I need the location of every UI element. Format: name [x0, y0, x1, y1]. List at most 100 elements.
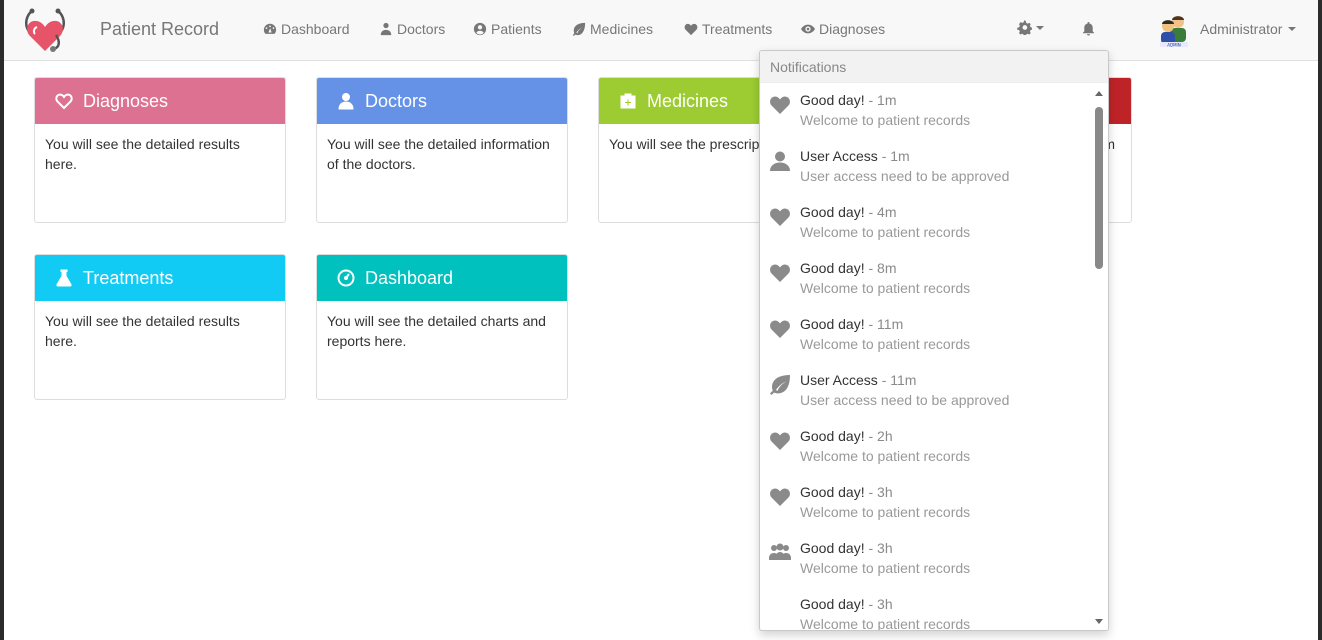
bell-icon	[1082, 21, 1095, 36]
notification-time: - 1m	[881, 148, 910, 164]
users-icon	[769, 543, 791, 563]
notifications-list: Good day! - 1m Welcome to patient record…	[760, 84, 1093, 630]
settings-dropdown[interactable]	[1017, 20, 1044, 35]
notification-title: Good day!	[800, 428, 865, 444]
card-title: Medicines	[647, 90, 729, 111]
notification-title: User Access	[800, 372, 878, 388]
nav-doctors[interactable]: Doctors	[379, 21, 445, 37]
medkit-icon	[620, 93, 636, 109]
card-diagnoses[interactable]: Diagnoses You will see the detailed resu…	[34, 77, 286, 223]
notification-time: - 4m	[868, 204, 897, 220]
notification-item[interactable]: User Access - 1m User access need to be …	[760, 140, 1093, 196]
notification-item[interactable]: Good day! - 1m Welcome to patient record…	[760, 84, 1093, 140]
notification-title: Good day!	[800, 260, 865, 276]
nav-patients[interactable]: Patients	[473, 21, 542, 37]
heart-icon	[769, 431, 791, 451]
notification-message: Welcome to patient records	[800, 224, 971, 240]
admin-avatar[interactable]: ADMIN	[1158, 14, 1190, 48]
notification-item[interactable]: Good day! - 8m Welcome to patient record…	[760, 252, 1093, 308]
leaf-icon	[769, 375, 791, 395]
notification-time: - 2h	[868, 428, 893, 444]
top-navbar: Patient Record Dashboard Doctors Patient…	[4, 0, 1318, 61]
notification-time: - 1m	[868, 92, 897, 108]
notifications-scrollbar[interactable]	[1091, 84, 1108, 630]
notification-message: Welcome to patient records	[800, 560, 971, 576]
notification-title: User Access	[800, 148, 878, 164]
notification-item[interactable]: Good day! - 11m Welcome to patient recor…	[760, 308, 1093, 364]
notification-title: Good day!	[800, 484, 865, 500]
scroll-down-arrow-icon[interactable]	[1095, 619, 1103, 624]
notification-time: - 8m	[868, 260, 897, 276]
eye-icon	[801, 24, 815, 34]
notification-title: Good day!	[800, 596, 865, 612]
scroll-up-arrow-icon[interactable]	[1095, 91, 1103, 96]
card-text: You will see the detailed charts and rep…	[327, 313, 546, 349]
card-text: You will see the detailed results here.	[45, 136, 240, 172]
notification-item[interactable]: Good day! - 3h Welcome to patient record…	[760, 532, 1093, 588]
notification-item[interactable]: Good day! - 4m Welcome to patient record…	[760, 196, 1093, 252]
user-menu[interactable]: Administrator	[1200, 21, 1297, 37]
notification-item[interactable]: User Access - 11m User access need to be…	[760, 364, 1093, 420]
notifications-header: Notifications	[760, 51, 1108, 83]
notification-time: - 11m	[881, 372, 917, 388]
user-name: Administrator	[1200, 21, 1283, 37]
app-brand[interactable]: Patient Record	[100, 19, 219, 40]
card-treatments[interactable]: Treatments You will see the detailed res…	[34, 254, 286, 400]
nav-medicines[interactable]: Medicines	[572, 21, 653, 37]
scroll-thumb[interactable]	[1095, 107, 1103, 269]
card-dashboard[interactable]: Dashboard You will see the detailed char…	[316, 254, 568, 400]
nav-patients-label: Patients	[491, 21, 542, 37]
notifications-button[interactable]	[1081, 21, 1096, 39]
heart-outline-icon	[55, 93, 73, 110]
gear-icon	[1017, 20, 1032, 35]
notification-item[interactable]: Good day! - 2h Welcome to patient record…	[760, 420, 1093, 476]
notification-message: Welcome to patient records	[800, 504, 971, 520]
notification-message: Welcome to patient records	[800, 616, 971, 630]
notification-message: Welcome to patient records	[800, 280, 971, 296]
notification-item[interactable]: Good day! - 3h Welcome to patient record…	[760, 476, 1093, 532]
card-header: Treatments	[35, 255, 285, 301]
card-header: Dashboard	[317, 255, 567, 301]
nav-diagnoses-label: Diagnoses	[819, 21, 886, 37]
heart-icon	[769, 95, 791, 115]
notification-title: Good day!	[800, 316, 865, 332]
card-title: Dashboard	[365, 267, 454, 288]
heart-icon	[769, 207, 791, 227]
notification-item[interactable]: Good day! - 3h Welcome to patient record…	[760, 588, 1093, 630]
notification-time: - 3h	[868, 484, 893, 500]
heart-icon	[769, 487, 791, 507]
notification-title: Good day!	[800, 92, 865, 108]
nav-treatments-label: Treatments	[702, 21, 773, 37]
heart-icon	[684, 23, 698, 36]
nav-dashboard[interactable]: Dashboard	[263, 21, 350, 37]
user-icon	[769, 151, 791, 171]
notification-message: User access need to be approved	[800, 168, 1010, 184]
svg-text:ADMIN: ADMIN	[1167, 43, 1180, 48]
leaf-icon	[572, 22, 586, 36]
notification-time: - 11m	[868, 316, 904, 332]
card-doctors[interactable]: Doctors You will see the detailed inform…	[316, 77, 568, 223]
nav-dashboard-label: Dashboard	[281, 21, 350, 37]
notification-message: Welcome to patient records	[800, 112, 971, 128]
notification-title: Good day!	[800, 204, 865, 220]
card-title: Diagnoses	[83, 90, 169, 111]
notifications-dropdown: Notifications Good day! - 1m Welcome to …	[759, 50, 1109, 631]
notification-message: Welcome to patient records	[800, 448, 971, 464]
notification-message: User access need to be approved	[800, 392, 1010, 408]
card-text: You will see the detailed results here.	[45, 313, 240, 349]
card-title: Treatments	[83, 267, 174, 288]
nav-treatments[interactable]: Treatments	[684, 21, 772, 37]
chevron-down-icon	[1036, 25, 1044, 30]
heart-icon	[769, 319, 791, 339]
nav-doctors-label: Doctors	[397, 21, 446, 37]
card-header: Doctors	[317, 78, 567, 124]
notification-message: Welcome to patient records	[800, 336, 971, 352]
notification-title: Good day!	[800, 540, 865, 556]
user-circle-icon	[473, 22, 487, 36]
chevron-down-icon	[1288, 27, 1297, 31]
nav-diagnoses[interactable]: Diagnoses	[801, 21, 885, 37]
dashboard-icon	[337, 269, 355, 287]
stethoscope-heart-logo[interactable]	[20, 5, 70, 55]
dashboard-icon	[263, 23, 277, 34]
card-text: You will see the detailed information of…	[327, 136, 550, 172]
